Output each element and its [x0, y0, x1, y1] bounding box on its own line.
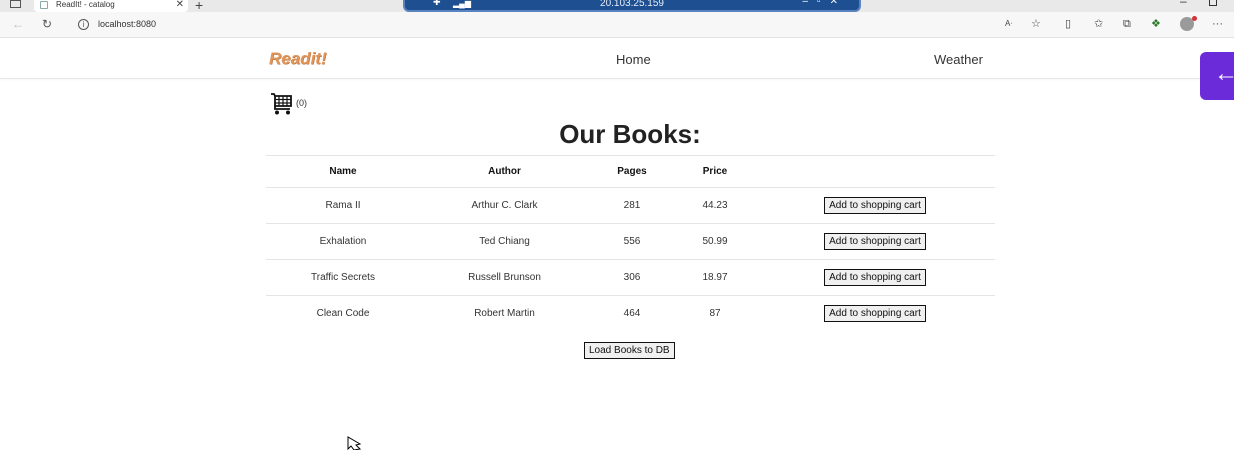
tab-close-icon[interactable]: ✕ — [176, 0, 184, 10]
table-header-row: Name Author Pages Price — [266, 155, 995, 188]
page-favicon-icon — [40, 1, 48, 9]
remote-address: 20.103.25.159 — [600, 0, 664, 9]
reload-button[interactable]: ↻ — [42, 17, 52, 31]
favorite-star-icon[interactable]: ☆ — [1031, 18, 1041, 30]
cart-icon[interactable] — [270, 92, 292, 116]
browser-toolbar: ← ↻ i localhost:8080 Aᐧ ☆ ▯ ✩ ⧉ ❖ ··· — [0, 12, 1234, 38]
book-author: Robert Martin — [474, 308, 535, 320]
remote-desktop-bar: ✚ ▂▄▆ 20.103.25.159 –▫✕ — [403, 0, 861, 12]
books-table: Name Author Pages Price Rama II Arthur C… — [266, 155, 995, 332]
table-row: Clean Code Robert Martin 464 87 Add to s… — [266, 296, 995, 332]
action-cell: Add to shopping cart — [755, 296, 995, 332]
book-price: 44.23 — [675, 187, 755, 224]
column-header-name: Name — [266, 155, 420, 188]
book-name: Clean Code — [316, 308, 370, 320]
column-header-price: Price — [675, 155, 755, 188]
book-author: Russell Brunson — [420, 259, 589, 296]
book-name: Exhalation — [266, 223, 420, 260]
window-restore-button[interactable] — [1209, 0, 1217, 6]
book-name: Rama II — [266, 187, 420, 224]
pin-icon[interactable]: ✚ — [433, 0, 441, 7]
book-name: Traffic Secrets — [266, 259, 420, 296]
table-row: Exhalation Ted Chiang 556 50.99 Add to s… — [266, 223, 995, 260]
load-books-button[interactable]: Load Books to DB — [584, 342, 675, 359]
add-to-cart-button[interactable]: Add to shopping cart — [824, 197, 926, 214]
nav-link-home[interactable]: Home — [616, 52, 651, 67]
remote-window-controls[interactable]: –▫✕ — [803, 0, 848, 7]
signal-icon[interactable]: ▂▄▆ — [453, 0, 471, 8]
book-author: Ted Chiang — [420, 223, 589, 260]
book-price: 87 — [709, 308, 721, 320]
url-text[interactable]: localhost:8080 — [98, 19, 156, 29]
add-to-cart-button[interactable]: Add to shopping cart — [824, 269, 926, 286]
column-header-action — [755, 155, 995, 188]
mouse-cursor-icon — [347, 436, 361, 450]
table-row: Rama II Arthur C. Clark 281 44.23 Add to… — [266, 187, 995, 224]
arrow-left-icon: ← — [1214, 60, 1234, 87]
notification-dot — [1192, 16, 1197, 21]
book-pages: 306 — [589, 259, 675, 296]
tab-actions-icon[interactable] — [10, 0, 21, 8]
action-cell: Add to shopping cart — [755, 259, 995, 296]
tab-title: ReadIt! - catalog — [56, 0, 115, 9]
page-title: Our Books: — [559, 119, 701, 149]
site-info-icon[interactable]: i — [78, 19, 89, 30]
window-minimize-button[interactable]: – — [1180, 0, 1187, 8]
split-screen-icon[interactable]: ▯ — [1065, 18, 1071, 30]
book-author: Arthur C. Clark — [420, 187, 589, 224]
nav-link-weather[interactable]: Weather — [934, 52, 983, 67]
book-pages: 281 — [589, 187, 675, 224]
collections-icon[interactable]: ⧉ — [1123, 18, 1131, 30]
column-header-pages: Pages — [589, 155, 675, 188]
brand-logo[interactable]: Readit! — [269, 49, 327, 69]
back-button[interactable]: ← — [12, 17, 24, 31]
favorites-icon[interactable]: ✩ — [1094, 18, 1103, 30]
side-panel-tab[interactable]: ← — [1200, 52, 1234, 100]
address-bar[interactable]: i localhost:8080 — [70, 16, 990, 34]
read-aloud-icon[interactable]: Aᐧ — [1005, 18, 1012, 30]
action-cell: Add to shopping cart — [755, 223, 995, 260]
book-pages: 464 — [623, 308, 641, 320]
more-menu-icon[interactable]: ··· — [1212, 18, 1223, 30]
book-price: 50.99 — [675, 223, 755, 260]
browser-tab[interactable]: ReadIt! - catalog ✕ — [34, 0, 188, 12]
book-pages: 556 — [589, 223, 675, 260]
column-header-author: Author — [420, 155, 589, 188]
cart-count: (0) — [296, 98, 307, 108]
app-navbar: Readit! Home Weather — [0, 39, 1234, 79]
extension-icon[interactable]: ❖ — [1151, 18, 1161, 30]
add-to-cart-button[interactable]: Add to shopping cart — [824, 305, 926, 323]
action-cell: Add to shopping cart — [755, 187, 995, 224]
add-to-cart-button[interactable]: Add to shopping cart — [824, 233, 926, 250]
table-row: Traffic Secrets Russell Brunson 306 18.9… — [266, 259, 995, 296]
book-price: 18.97 — [675, 259, 755, 296]
